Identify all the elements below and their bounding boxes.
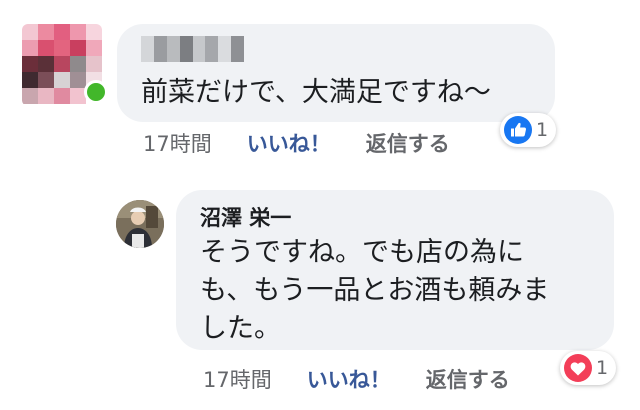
reply-reaction-count: 1 (596, 357, 609, 379)
comment-text: 前菜だけで、大満足ですね〜 (141, 77, 491, 108)
reply-bubble: 沼澤 栄一 そうですね。でも店の為に も、もう一品とお酒も頼みま した。 (176, 190, 614, 350)
reply-text: そうですね。でも店の為に も、もう一品とお酒も頼みま した。 (200, 237, 550, 344)
comment-actions: 17時間 いいね！ 返信する (143, 128, 450, 158)
reaction-summary[interactable]: 1 (500, 113, 557, 147)
author-name[interactable]: 沼澤 栄一 (200, 202, 291, 232)
reply-button[interactable]: 返信する (366, 128, 450, 158)
comment-time[interactable]: 17時間 (143, 128, 212, 158)
author-photo (116, 200, 164, 248)
like-button[interactable]: いいね！ (247, 128, 331, 158)
reply-reaction-summary[interactable]: 1 (560, 351, 617, 385)
comment-bubble: 前菜だけで、大満足ですね〜 (117, 24, 555, 122)
reply-time[interactable]: 17時間 (203, 364, 272, 394)
comment-thread: 前菜だけで、大満足ですね〜 17時間 いいね！ 返信する 1 沼澤 栄一 そうで… (0, 0, 640, 410)
reply-actions: 17時間 いいね！ 返信する (203, 364, 510, 394)
thumbs-up-icon (504, 116, 532, 144)
heart-icon (564, 354, 592, 382)
reply-reply-button[interactable]: 返信する (426, 364, 510, 394)
online-status-dot (84, 80, 108, 104)
commenter-name-blurred[interactable] (141, 36, 244, 62)
reaction-count: 1 (536, 119, 549, 141)
reply-like-button[interactable]: いいね！ (307, 364, 391, 394)
author-avatar[interactable] (116, 200, 164, 248)
